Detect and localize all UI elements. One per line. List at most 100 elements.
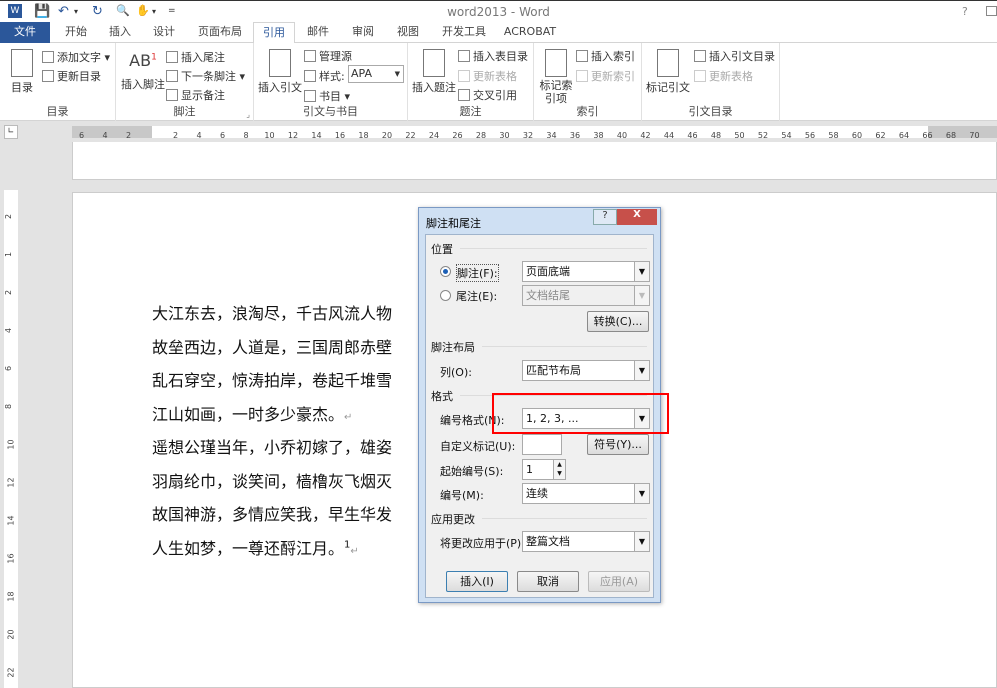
ruler-number: 60	[851, 131, 863, 140]
ruler-number: 24	[428, 131, 440, 140]
tab-references[interactable]: 引用	[253, 22, 295, 44]
style-icon	[304, 70, 316, 82]
style-select[interactable]: APA ▼	[348, 65, 404, 83]
ruler-number: 46	[687, 131, 698, 140]
document-line[interactable]: 人生如梦，一尊还酹江月。1↵	[152, 535, 359, 559]
tab-design[interactable]: 设计	[146, 22, 182, 43]
columns-select[interactable]: 匹配节布局 ▼	[522, 360, 650, 381]
ruler-number: 48	[710, 131, 722, 140]
horizontal-ruler[interactable]: ∟ 6 4 2 2 4 6 8 10 12 14 16 18 20 22 24 26 28 30 32 34 36 38 4…	[0, 122, 997, 142]
document-line[interactable]: 江山如画，一时多少豪杰。↵	[152, 401, 352, 425]
ruler-number: 26	[452, 131, 463, 140]
mark-citation-button[interactable]: 标记引文	[646, 49, 690, 95]
numbering-select[interactable]: 连续 ▼	[522, 483, 650, 504]
tab-review[interactable]: 审阅	[345, 22, 381, 43]
tab-page-layout[interactable]: 页面布局	[192, 22, 248, 43]
add-text-button[interactable]: 添加文字 ▾	[42, 49, 110, 65]
update-toa-button[interactable]: 更新表格	[694, 68, 753, 84]
tab-mailings[interactable]: 邮件	[300, 22, 336, 43]
ruler-number: 66	[922, 131, 933, 140]
bibliography-button[interactable]: 书目 ▾	[304, 88, 350, 104]
mark-entry-button[interactable]: 标记索引项	[538, 49, 574, 105]
apply-to-select[interactable]: 整篇文档 ▼	[522, 531, 650, 552]
endnote-radio[interactable]	[440, 290, 451, 301]
document-line[interactable]: 故垒西边，人道是，三国周郎赤壁	[152, 334, 392, 358]
document-line[interactable]: 遥想公瑾当年，小乔初嫁了，雄姿	[152, 434, 392, 458]
tab-file[interactable]: 文件	[0, 22, 50, 43]
endnote-position-select[interactable]: 文档结尾 ▼	[522, 285, 650, 306]
footnote-position-select[interactable]: 页面底端 ▼	[522, 261, 650, 282]
next-footnote-button[interactable]: 下一条脚注 ▾	[166, 68, 245, 84]
document-line[interactable]: 大江东去，浪淘尽，千古风流人物	[152, 300, 392, 324]
dialog-launcher-icon[interactable]: ⌟	[246, 110, 250, 119]
insert-endnote-label: 插入尾注	[181, 51, 225, 64]
ruler-number: 64	[898, 131, 910, 140]
manage-sources-button[interactable]: 管理源	[304, 48, 352, 64]
toc-button[interactable]: 目录	[8, 49, 36, 95]
tab-developer[interactable]: 开发工具	[436, 22, 492, 43]
group-citations: 插入引文 管理源 样式: APA ▼ 书目 ▾ 引文与书目	[254, 43, 408, 121]
update-table-label: 更新表格	[473, 70, 517, 83]
group-label: 脚注	[173, 105, 196, 118]
ruler-number: 30	[499, 131, 510, 140]
ruler-number: 22	[405, 131, 416, 140]
tab-insert[interactable]: 插入	[102, 22, 138, 43]
line-text: 故国神游，多情应笑我，早生华发	[152, 505, 393, 524]
toc-icon	[11, 49, 33, 77]
start-at-stepper[interactable]: 1 ▲ ▼	[522, 459, 566, 480]
ruler-number: 34	[546, 131, 557, 140]
document-line[interactable]: 羽扇纶巾，谈笑间，樯橹灰飞烟灭	[152, 468, 392, 492]
ruler-number: 16	[334, 131, 346, 140]
insert-button[interactable]: 插入(I)	[446, 571, 508, 592]
footnote-radio[interactable]	[440, 266, 451, 277]
spin-arrows-icon[interactable]: ▲ ▼	[553, 460, 565, 479]
custom-mark-input[interactable]	[522, 434, 562, 455]
cancel-button[interactable]: 取消	[517, 571, 579, 592]
group-label: 索引	[576, 105, 599, 118]
ruler-number: 2	[172, 131, 179, 140]
insert-table-of-figures-button[interactable]: 插入表目录	[458, 48, 528, 64]
update-toa-icon	[694, 70, 706, 82]
ruler-number: 6	[4, 365, 14, 372]
apply-button[interactable]: 应用(A)	[588, 571, 650, 592]
show-notes-button[interactable]: 显示备注	[166, 87, 225, 103]
insert-caption-button[interactable]: 插入题注	[412, 49, 456, 95]
ribbon-display-icon[interactable]	[986, 6, 997, 16]
convert-button[interactable]: 转换(C)...	[587, 311, 649, 332]
close-button[interactable]: X	[617, 209, 657, 225]
group-label: 目录	[46, 105, 69, 118]
show-notes-label: 显示备注	[181, 89, 225, 102]
tab-home[interactable]: 开始	[58, 22, 94, 43]
update-table-button[interactable]: 更新表格	[458, 68, 517, 84]
ruler-number: 8	[243, 131, 249, 140]
numbering-label: 编号(M):	[440, 489, 484, 502]
vertical-ruler[interactable]: 2 1 2 4 6 8 10 12 14 16 18 20 22	[4, 190, 18, 688]
ruler-number: 2	[4, 289, 14, 296]
location-heading: 位置	[431, 243, 453, 256]
document-line[interactable]: 乱石穿空，惊涛拍岸，卷起千堆雪	[152, 367, 392, 391]
help-button[interactable]: ?	[593, 209, 617, 225]
ruler-number: 16	[6, 553, 16, 564]
line-text: 遥想公瑾当年，小乔初嫁了，雄姿	[152, 438, 393, 457]
paragraph-mark: ↵	[350, 545, 359, 557]
symbol-button[interactable]: 符号(Y)...	[587, 434, 649, 455]
insert-endnote-button[interactable]: 插入尾注	[166, 49, 225, 65]
group-toc: 目录 添加文字 ▾ 更新目录 目录	[0, 43, 116, 121]
update-index-button[interactable]: 更新索引	[576, 68, 635, 84]
insert-toa-button[interactable]: 插入引文目录	[694, 48, 775, 64]
insert-index-label: 插入索引	[591, 50, 635, 63]
tab-view[interactable]: 视图	[390, 22, 426, 43]
ruler-number: 32	[522, 131, 534, 140]
group-captions: 插入题注 插入表目录 更新表格 交叉引用 题注	[408, 43, 534, 121]
update-toc-button[interactable]: 更新目录	[42, 68, 101, 84]
tab-selector-icon[interactable]: ∟	[4, 125, 18, 139]
tab-acrobat[interactable]: ACROBAT	[500, 22, 560, 43]
insert-citation-button[interactable]: 插入引文	[258, 49, 302, 95]
insert-footnote-button[interactable]: AB1 插入脚注	[120, 51, 166, 92]
cross-reference-button[interactable]: 交叉引用	[458, 87, 517, 103]
document-line[interactable]: 故国神游，多情应笑我，早生华发	[152, 501, 392, 525]
mark-entry-label: 标记索引项	[539, 79, 573, 105]
insert-index-button[interactable]: 插入索引	[576, 48, 635, 64]
insert-citation-label: 插入引文	[258, 81, 302, 94]
help-icon[interactable]: ?	[962, 5, 968, 18]
